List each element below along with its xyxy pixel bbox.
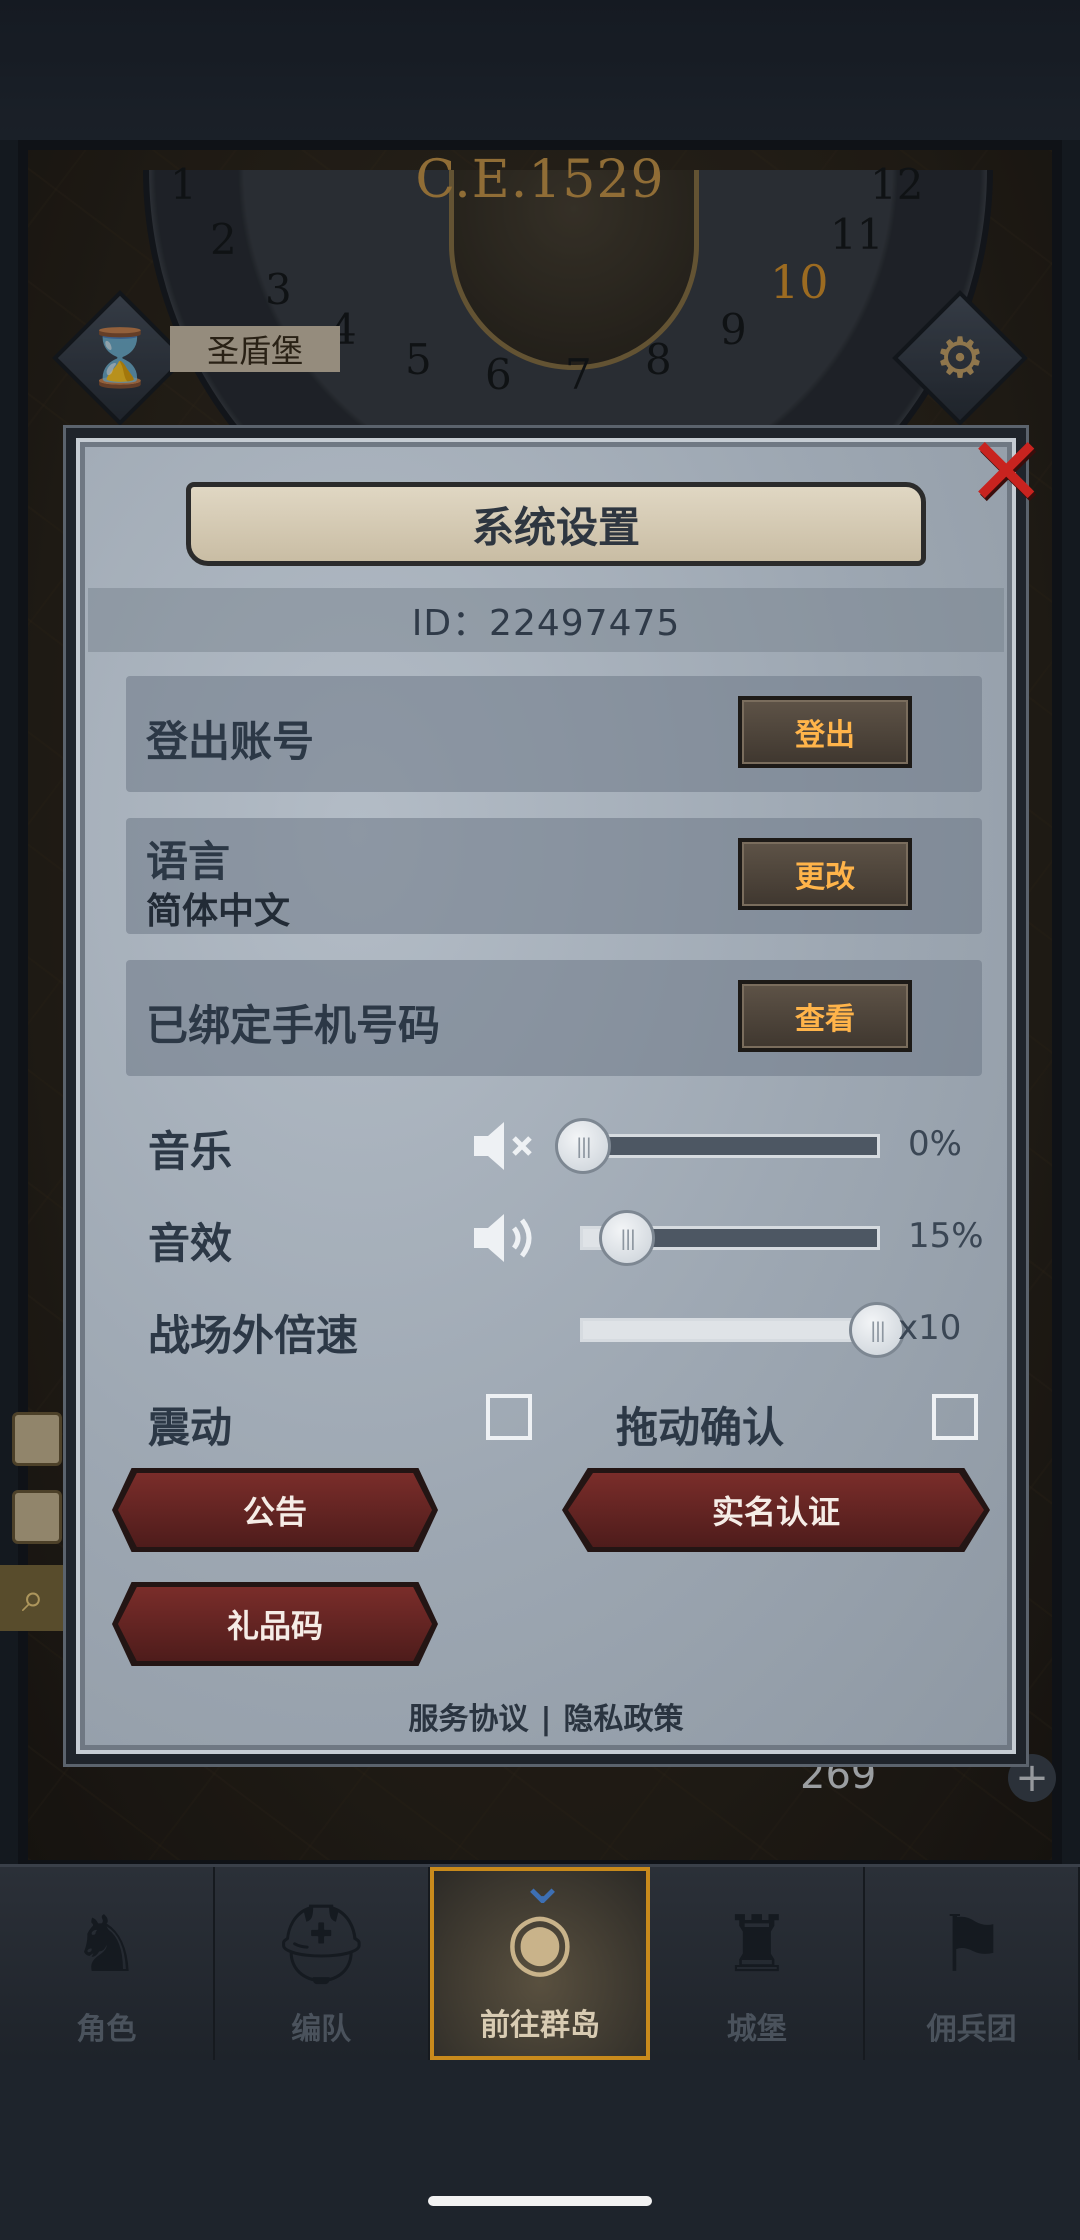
nav-label: 佣兵团 bbox=[926, 2012, 1017, 2047]
music-slider-knob[interactable]: ||| bbox=[555, 1118, 611, 1174]
gift-code-button[interactable]: 礼品码 bbox=[118, 1587, 432, 1661]
nav-item-formation[interactable]: ⛑ 编队 bbox=[215, 1867, 430, 2060]
logout-row: 登出账号 登出 bbox=[126, 676, 982, 792]
music-value: 0% bbox=[908, 1124, 962, 1164]
drag-confirm-checkbox[interactable] bbox=[932, 1394, 978, 1440]
announcement-button[interactable]: 公告 bbox=[118, 1473, 432, 1547]
music-slider[interactable]: ||| bbox=[555, 1118, 880, 1174]
vibration-checkbox[interactable] bbox=[486, 1394, 532, 1440]
bottom-nav: ♞ 角色 ⛑ 编队 ⌄ ◉ 前往群岛 ♜ 城堡 ⚑ 佣兵团 bbox=[0, 1853, 1080, 2060]
banner-icon: ⚑ bbox=[936, 1900, 1007, 1990]
speed-label: 战场外倍速 bbox=[148, 1311, 359, 1360]
change-language-button[interactable]: 更改 bbox=[738, 838, 912, 910]
dialog-title: 系统设置 bbox=[186, 482, 926, 566]
helmet-icon: ⛑ bbox=[271, 1899, 371, 1990]
nav-label: 编队 bbox=[291, 2012, 352, 2047]
speed-value: x10 bbox=[898, 1308, 962, 1348]
sfx-slider-knob[interactable]: ||| bbox=[599, 1210, 656, 1266]
close-icon: ✕ bbox=[966, 416, 1047, 528]
language-value: 简体中文 bbox=[146, 891, 291, 932]
speed-slider-fill bbox=[583, 1321, 877, 1339]
nav-item-character[interactable]: ♞ 角色 bbox=[0, 1867, 215, 2060]
logout-button[interactable]: 登出 bbox=[738, 696, 912, 768]
music-label: 音乐 bbox=[148, 1127, 233, 1176]
realname-button[interactable]: 实名认证 bbox=[568, 1473, 984, 1547]
phone-label: 已绑定手机号码 bbox=[146, 1001, 441, 1050]
legal-links: 服务协议 | 隐私政策 bbox=[76, 1694, 1016, 1738]
nav-item-mercenary[interactable]: ⚑ 佣兵团 bbox=[865, 1867, 1080, 2060]
sfx-slider[interactable]: ||| bbox=[580, 1210, 880, 1266]
settings-dialog: 系统设置 ✕ ID：22497475 登出账号 登出 语言 简体中文 更改 已绑… bbox=[66, 424, 1046, 1764]
view-phone-button[interactable]: 查看 bbox=[738, 980, 912, 1052]
close-button[interactable]: ✕ bbox=[966, 424, 1046, 520]
nav-item-castle[interactable]: ♜ 城堡 bbox=[650, 1867, 866, 2060]
language-row: 语言 简体中文 更改 bbox=[126, 818, 982, 934]
chevron-down-icon: ⌄ bbox=[518, 1849, 567, 1917]
sfx-label: 音效 bbox=[148, 1219, 233, 1268]
system-bar bbox=[0, 2060, 1080, 2240]
nav-item-islands[interactable]: ⌄ ◉ 前往群岛 bbox=[429, 1853, 651, 2060]
privacy-link[interactable]: 隐私政策 bbox=[557, 1702, 689, 1737]
nav-label: 城堡 bbox=[726, 2012, 787, 2047]
nav-label: 角色 bbox=[76, 2012, 137, 2047]
home-indicator[interactable] bbox=[428, 2196, 652, 2206]
knight-icon: ♞ bbox=[71, 1900, 142, 1990]
language-label: 语言 bbox=[146, 837, 231, 886]
nav-label: 前往群岛 bbox=[479, 2008, 600, 2043]
speaker-muted-icon[interactable] bbox=[470, 1118, 540, 1174]
phone-row: 已绑定手机号码 查看 bbox=[126, 960, 982, 1076]
vibration-label: 震动 bbox=[148, 1403, 233, 1452]
drag-confirm-label: 拖动确认 bbox=[616, 1403, 785, 1452]
user-id: ID：22497475 bbox=[88, 588, 1004, 652]
speaker-icon[interactable] bbox=[470, 1210, 540, 1266]
terms-link[interactable]: 服务协议 bbox=[403, 1702, 535, 1737]
sfx-value: 15% bbox=[908, 1216, 984, 1256]
link-separator: | bbox=[540, 1702, 552, 1737]
castle-icon: ♜ bbox=[721, 1900, 792, 1990]
logout-label: 登出账号 bbox=[146, 717, 315, 766]
speed-slider-knob[interactable]: ||| bbox=[849, 1302, 905, 1358]
speed-slider[interactable]: ||| bbox=[580, 1302, 905, 1358]
